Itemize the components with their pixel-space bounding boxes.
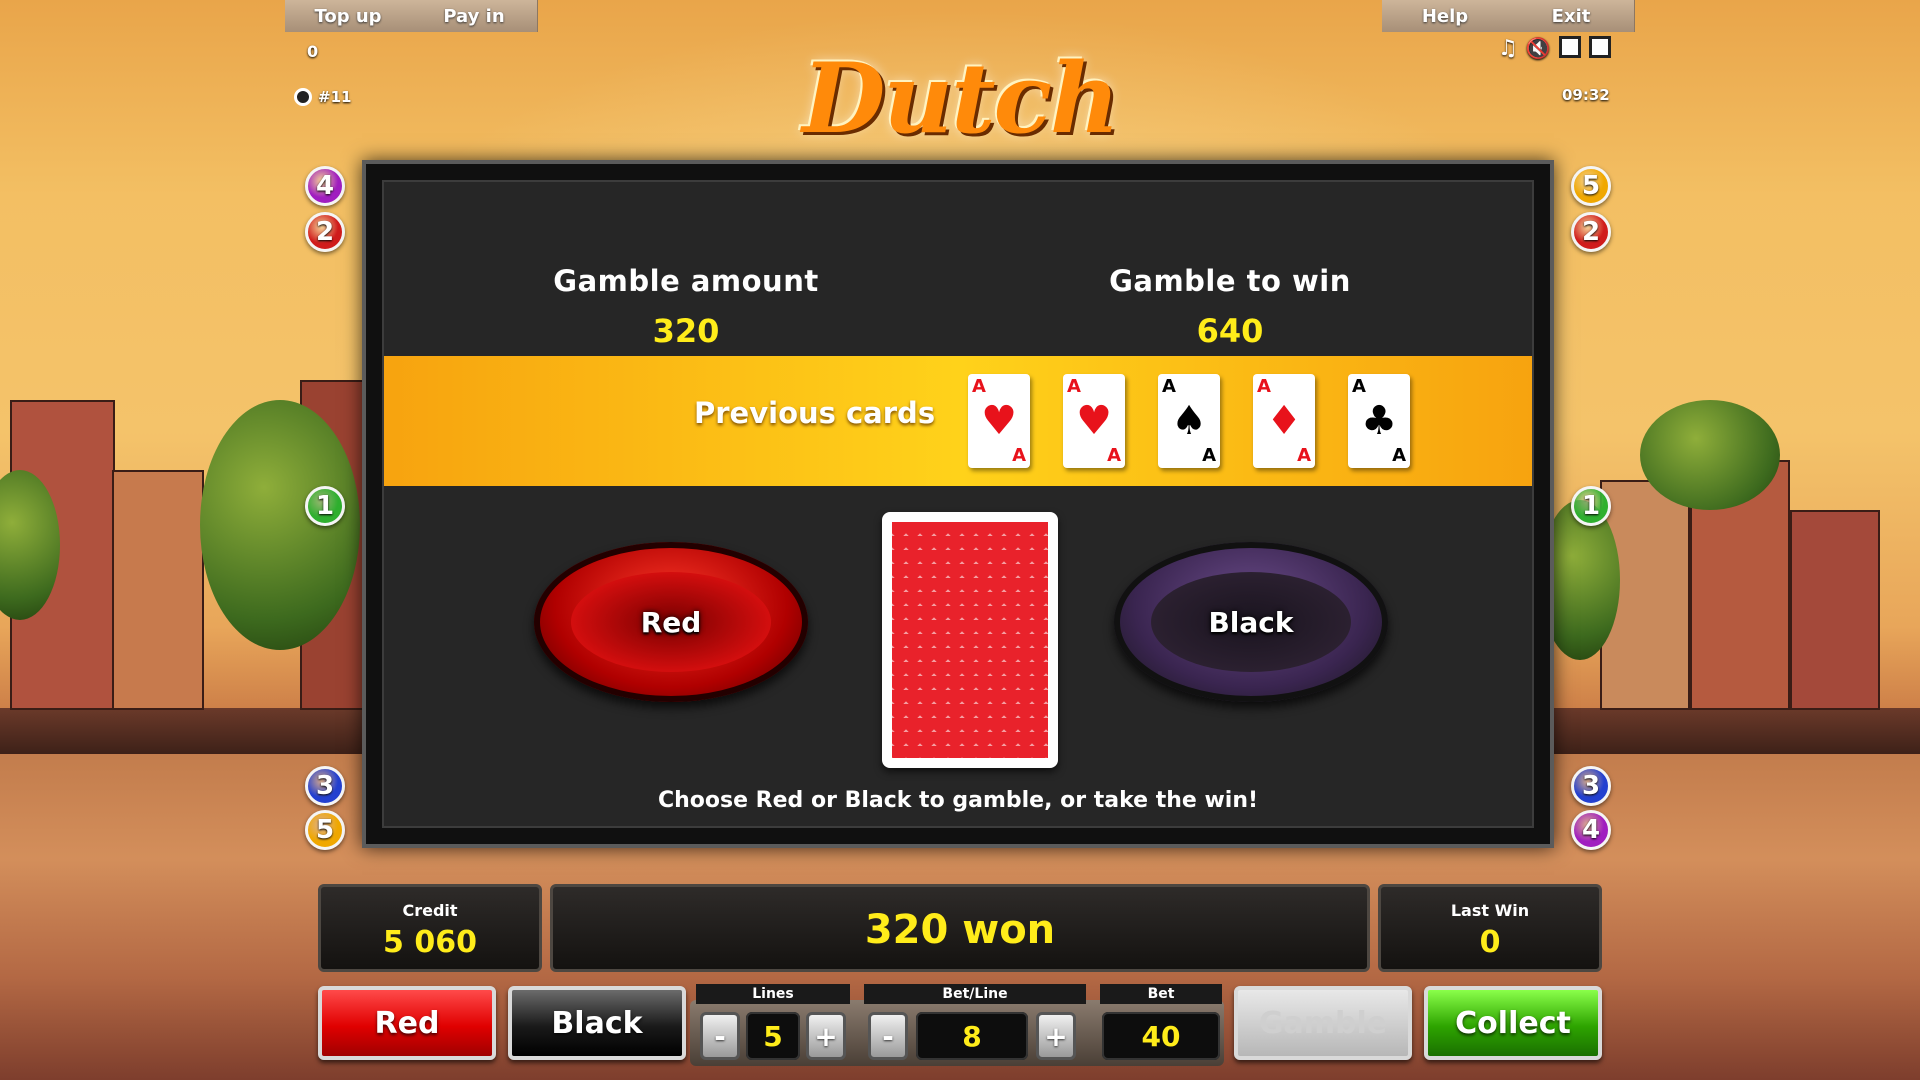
black-choice-label: Black <box>1208 605 1294 639</box>
credit-box: Credit 5 060 <box>318 884 542 972</box>
clock: 09:32 <box>1562 86 1610 104</box>
bet-line-increase-button[interactable]: + <box>1036 1012 1076 1060</box>
card-rank: A <box>1067 376 1081 397</box>
face-down-card <box>882 512 1058 768</box>
bet-line-value: 8 <box>916 1012 1028 1060</box>
message-box: 320 won <box>550 884 1370 972</box>
card-rank: A <box>1202 445 1216 466</box>
card-rank: A <box>1162 376 1176 397</box>
tree <box>200 400 360 650</box>
red-choice-label: Red <box>640 605 702 639</box>
house <box>1790 510 1880 710</box>
bet-label: Bet <box>1100 984 1222 1004</box>
line-marker-3: 3 <box>305 766 345 806</box>
black-choice-button[interactable]: Black <box>1114 542 1388 702</box>
sound-off-icon[interactable]: 🔇 <box>1526 36 1551 61</box>
gamble-to-win-label: Gamble to win <box>1109 264 1351 298</box>
line-marker-5: 5 <box>305 810 345 850</box>
bet-line-label: Bet/Line <box>864 984 1086 1004</box>
left-quay <box>0 708 370 754</box>
black-button[interactable]: Black <box>508 986 686 1060</box>
card-suit-icon: ♥ <box>1076 398 1112 444</box>
last-win-label: Last Win <box>1450 901 1530 920</box>
card-suit-icon: ♠ <box>1171 398 1207 444</box>
previous-card: A ♦ A <box>1253 374 1315 468</box>
game-id: #11 <box>294 88 351 106</box>
card-rank: A <box>972 376 986 397</box>
red-choice-button[interactable]: Red <box>534 542 808 702</box>
house <box>112 470 204 710</box>
gamble-panel-body: Gamble amount 320 Gamble to win 640 Prev… <box>382 180 1534 828</box>
fullscreen-icon[interactable] <box>1588 36 1611 58</box>
game-id-label: #11 <box>318 88 352 106</box>
music-icon[interactable]: ♫ <box>1498 36 1518 61</box>
previous-card: A ♠ A <box>1158 374 1220 468</box>
previous-card: A ♥ A <box>968 374 1030 468</box>
credit-label: Credit <box>402 901 458 920</box>
help-button[interactable]: Help <box>1382 0 1509 32</box>
line-marker-5: 5 <box>1571 166 1611 206</box>
lines-label: Lines <box>696 984 850 1004</box>
exit-button[interactable]: Exit <box>1508 0 1635 32</box>
line-marker-4: 4 <box>1571 810 1611 850</box>
window-icon[interactable] <box>1558 36 1581 58</box>
credit-value: 5 060 <box>383 925 477 960</box>
last-win-value: 0 <box>1479 925 1501 960</box>
gamble-amount-value: 320 <box>652 312 720 350</box>
gamble-amount-label: Gamble amount <box>553 264 819 298</box>
lines-decrease-button[interactable]: - <box>700 1012 740 1060</box>
right-quay <box>1550 708 1920 754</box>
top-up-button[interactable]: Top up <box>285 0 412 32</box>
card-rank: A <box>1107 445 1121 466</box>
line-marker-4: 4 <box>305 166 345 206</box>
lines-increase-button[interactable]: + <box>806 1012 846 1060</box>
card-rank: A <box>1392 445 1406 466</box>
line-marker-2: 2 <box>305 212 345 252</box>
previous-card: A ♥ A <box>1063 374 1125 468</box>
last-win-box: Last Win 0 <box>1378 884 1602 972</box>
previous-card: A ♣ A <box>1348 374 1410 468</box>
gamble-to-win-value: 640 <box>1196 312 1264 350</box>
card-rank: A <box>1352 376 1366 397</box>
lines-value: 5 <box>746 1012 800 1060</box>
line-marker-3: 3 <box>1571 766 1611 806</box>
counter-display: 0 <box>307 42 319 61</box>
line-marker-1: 1 <box>1571 486 1611 526</box>
card-rank: A <box>1257 376 1271 397</box>
gamble-hint: Choose Red or Black to gamble, or take t… <box>657 788 1259 813</box>
gamble-panel: Gamble amount 320 Gamble to win 640 Prev… <box>362 160 1554 848</box>
collect-button[interactable]: Collect <box>1424 986 1602 1060</box>
card-rank: A <box>1012 445 1026 466</box>
card-suit-icon: ♦ <box>1266 398 1302 444</box>
red-button[interactable]: Red <box>318 986 496 1060</box>
card-suit-icon: ♥ <box>981 398 1017 444</box>
history-icon[interactable] <box>294 88 312 106</box>
card-rank: A <box>1297 445 1311 466</box>
bet-line-decrease-button[interactable]: - <box>868 1012 908 1060</box>
tree <box>1640 400 1780 510</box>
top-icons: ♫ 🔇 <box>1498 36 1611 61</box>
win-message: 320 won <box>864 907 1056 953</box>
line-marker-2: 2 <box>1571 212 1611 252</box>
bet-value: 40 <box>1102 1012 1220 1060</box>
line-marker-1: 1 <box>305 486 345 526</box>
gamble-button[interactable]: Gamble <box>1234 986 1412 1060</box>
previous-cards-label: Previous cards <box>694 396 936 430</box>
card-suit-icon: ♣ <box>1361 398 1397 444</box>
previous-cards-strip: Previous cards A ♥ A A ♥ A A ♠ A A ♦ A A ♣ A <box>384 356 1532 486</box>
pay-in-button[interactable]: Pay in <box>411 0 538 32</box>
game-logo: Dutch Fortune <box>756 42 1167 268</box>
